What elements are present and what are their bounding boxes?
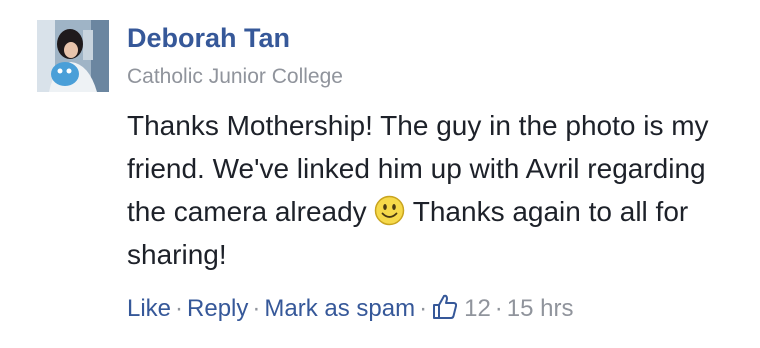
author-affiliation: Catholic Junior College xyxy=(127,65,343,88)
mark-as-spam-link[interactable]: Mark as spam xyxy=(264,295,415,322)
separator: · xyxy=(252,295,261,322)
reply-link[interactable]: Reply xyxy=(187,295,248,322)
like-count[interactable]: 12 xyxy=(464,295,491,322)
smiley-emoji-icon xyxy=(374,195,405,226)
author-name[interactable]: Deborah Tan xyxy=(127,22,290,54)
separator: · xyxy=(419,295,428,322)
avatar[interactable] xyxy=(37,20,109,92)
comment-text: Thanks Mothership! The guy in the photo … xyxy=(127,104,742,276)
comment-actions: Like · Reply · Mark as spam · 12 · 15 hrs xyxy=(127,293,574,325)
thumbs-up-icon[interactable] xyxy=(431,293,458,320)
timestamp[interactable]: 15 hrs xyxy=(507,295,574,322)
comment: Deborah Tan Catholic Junior College Than… xyxy=(0,0,760,348)
separator: · xyxy=(175,295,184,322)
separator: · xyxy=(494,295,503,322)
like-link[interactable]: Like xyxy=(127,295,171,322)
